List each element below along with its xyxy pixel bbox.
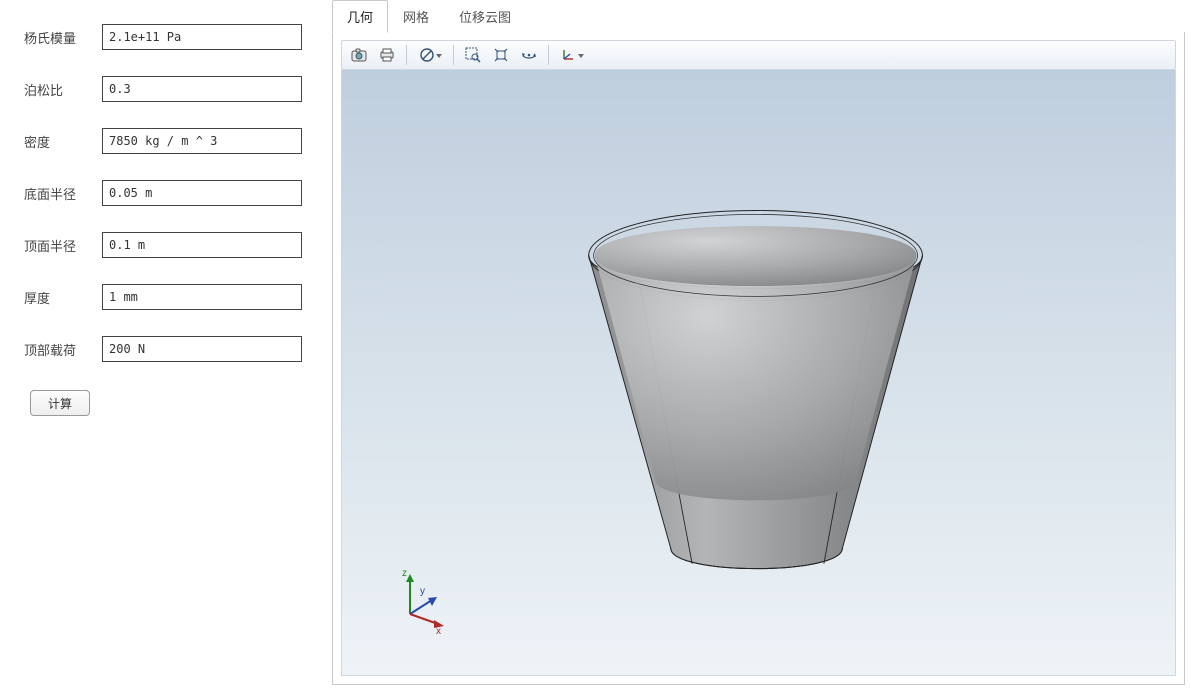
form-row: 顶面半径 <box>24 232 316 258</box>
youngs-modulus-field[interactable] <box>102 24 302 50</box>
camera-icon <box>351 48 367 62</box>
print-icon <box>379 48 395 62</box>
toolbar-separator <box>453 45 454 65</box>
zoom-extents-icon <box>493 47 509 63</box>
top-load-field[interactable] <box>102 336 302 362</box>
tab-geometry[interactable]: 几何 <box>332 0 388 33</box>
poisson-ratio-label: 泊松比 <box>24 80 102 99</box>
geometry-render <box>342 70 1175 675</box>
compute-button[interactable]: 计算 <box>30 390 90 416</box>
form-row: 厚度 <box>24 284 316 310</box>
snapshot-button[interactable] <box>346 43 372 67</box>
zoom-box-button[interactable] <box>460 43 486 67</box>
form-row: 底面半径 <box>24 180 316 206</box>
toolbar-separator <box>548 45 549 65</box>
content-panel: 几何 网格 位移云图 <box>326 4 1185 685</box>
axis-y-label: y <box>420 586 425 597</box>
parameter-form-panel: 杨氏模量 泊松比 密度 底面半径 顶面半径 <box>6 4 326 685</box>
axis-z-label: z <box>402 568 407 579</box>
view-orientation-button[interactable] <box>555 43 589 67</box>
viewport-container: z y x <box>332 32 1185 685</box>
geometry-viewport[interactable]: z y x <box>341 70 1176 676</box>
toolbar-separator <box>406 45 407 65</box>
zoom-box-icon <box>465 47 481 63</box>
zoom-extents-button[interactable] <box>488 43 514 67</box>
app-root: 杨氏模量 泊松比 密度 底面半径 顶面半径 <box>0 0 1191 689</box>
graphics-toolbar <box>341 40 1176 70</box>
poisson-ratio-field[interactable] <box>102 76 302 102</box>
print-button[interactable] <box>374 43 400 67</box>
orientation-triad: z y x <box>390 564 460 637</box>
top-radius-label: 顶面半径 <box>24 236 102 255</box>
bottom-radius-field[interactable] <box>102 180 302 206</box>
thickness-field[interactable] <box>102 284 302 310</box>
youngs-modulus-label: 杨氏模量 <box>24 28 102 47</box>
density-label: 密度 <box>24 132 102 151</box>
form-row: 顶部载荷 <box>24 336 316 362</box>
form-row: 泊松比 <box>24 76 316 102</box>
tab-displacement[interactable]: 位移云图 <box>444 0 526 33</box>
axis-x-label: x <box>436 626 441 634</box>
bottom-radius-label: 底面半径 <box>24 184 102 203</box>
density-field[interactable] <box>102 128 302 154</box>
triad-icon <box>559 47 575 63</box>
transparency-icon <box>420 48 434 62</box>
transparency-button[interactable] <box>413 43 447 67</box>
top-radius-field[interactable] <box>102 232 302 258</box>
thickness-label: 厚度 <box>24 288 102 307</box>
rotate-button[interactable] <box>516 43 542 67</box>
form-row: 杨氏模量 <box>24 24 316 50</box>
tab-mesh[interactable]: 网格 <box>388 0 444 33</box>
form-row: 密度 <box>24 128 316 154</box>
rotate-icon <box>520 47 538 63</box>
top-load-label: 顶部载荷 <box>24 340 102 359</box>
tab-bar: 几何 网格 位移云图 <box>332 4 1185 32</box>
